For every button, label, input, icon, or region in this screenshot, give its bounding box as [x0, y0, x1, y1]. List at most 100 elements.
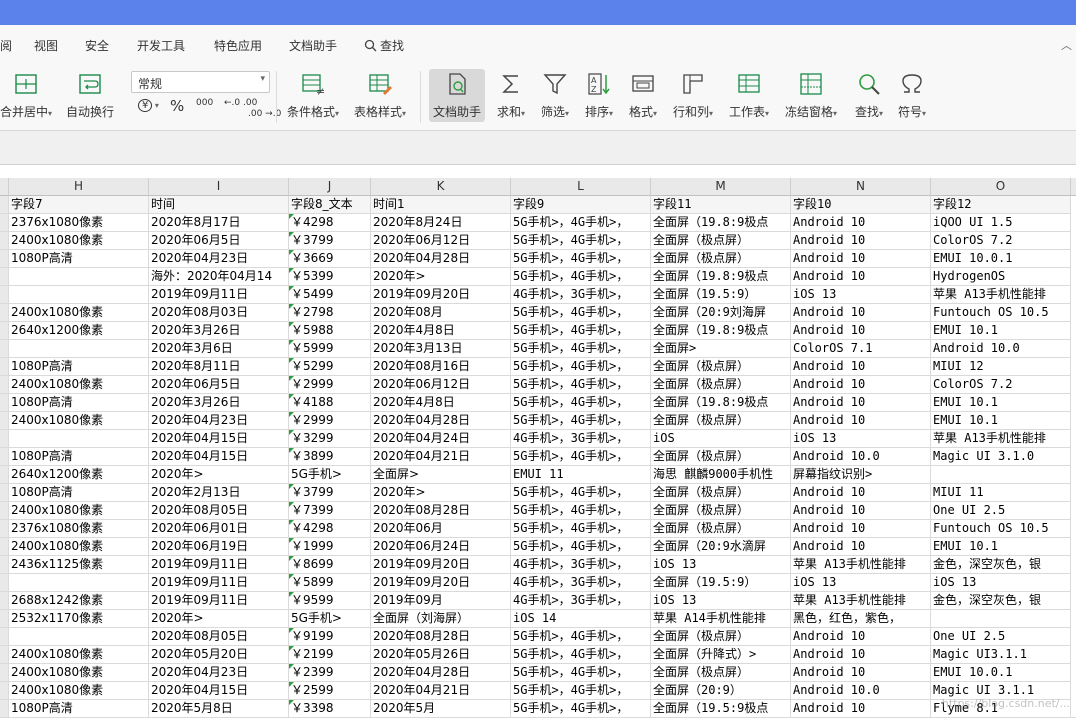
table-cell[interactable]: iOS 13	[931, 574, 1071, 592]
header-cell[interactable]: 字段7	[9, 196, 149, 214]
find-button[interactable]: 查找▾	[855, 71, 883, 120]
table-cell[interactable]: 2020年08月	[371, 304, 511, 322]
table-cell[interactable]: 2400x1080像素	[9, 304, 149, 322]
table-cell[interactable]: 2020年>	[371, 484, 511, 502]
table-cell[interactable]: ￥3299	[289, 430, 371, 448]
table-cell[interactable]: 金色，深空灰色，银	[931, 592, 1071, 610]
format-button[interactable]: 格式▾	[629, 71, 657, 120]
table-cell[interactable]: 5G手机>，4G手机>，	[511, 394, 651, 412]
menu-developer-tools[interactable]: 开发工具	[137, 37, 185, 54]
table-cell[interactable]: 2020年08月03日	[149, 304, 289, 322]
table-cell[interactable]: 2020年04月21日	[371, 682, 511, 700]
table-cell[interactable]: 2019年09月11日	[149, 574, 289, 592]
table-cell[interactable]: EMUI 10.1	[931, 412, 1071, 430]
table-cell[interactable]: 5G手机>，4G手机>，	[511, 520, 651, 538]
table-cell[interactable]: 4G手机>，3G手机>，	[511, 430, 651, 448]
table-cell[interactable]: 全面屏（极点屏）	[651, 502, 791, 520]
table-cell[interactable]: ￥9599	[289, 592, 371, 610]
table-cell[interactable]: ￥8699	[289, 556, 371, 574]
table-cell[interactable]: 5G手机>，4G手机>，	[511, 484, 651, 502]
table-cell[interactable]: Android 10	[791, 484, 931, 502]
table-cell[interactable]: 2640x1200像素	[9, 466, 149, 484]
table-cell[interactable]: 5G手机>	[289, 610, 371, 628]
table-cell[interactable]: 2020年06月5日	[149, 376, 289, 394]
table-cell[interactable]: ￥5899	[289, 574, 371, 592]
table-cell[interactable]: 5G手机>，4G手机>，	[511, 448, 651, 466]
table-cell[interactable]: 5G手机>，4G手机>，	[511, 268, 651, 286]
currency-format-button[interactable]: ¥ ▾	[138, 97, 159, 112]
row-header[interactable]	[0, 646, 9, 664]
row-header[interactable]	[0, 286, 9, 304]
table-cell[interactable]: ￥3398	[289, 700, 371, 718]
table-cell[interactable]: iOS 13	[651, 556, 791, 574]
table-cell[interactable]: 2400x1080像素	[9, 376, 149, 394]
row-header[interactable]	[0, 268, 9, 286]
row-header[interactable]	[0, 556, 9, 574]
table-style-button[interactable]: 表格样式▾	[354, 71, 406, 120]
table-cell[interactable]: 苹果 A13手机性能排	[791, 556, 931, 574]
table-cell[interactable]: 2020年5月8日	[149, 700, 289, 718]
table-cell[interactable]: ￥2199	[289, 646, 371, 664]
table-cell[interactable]: 全面屏（极点屏）	[651, 448, 791, 466]
table-cell[interactable]: 5G手机>，4G手机>，	[511, 214, 651, 232]
row-header[interactable]	[0, 520, 9, 538]
table-cell[interactable]: 2020年04月15日	[149, 448, 289, 466]
table-cell[interactable]: 5G手机>，4G手机>，	[511, 502, 651, 520]
percent-format-button[interactable]: %	[170, 97, 184, 115]
table-cell[interactable]: 全面屏（20:9水滴屏	[651, 538, 791, 556]
doc-assistant-button[interactable]: 文档助手	[429, 69, 486, 122]
table-cell[interactable]: 2020年04月23日	[149, 250, 289, 268]
table-cell[interactable]: 2020年>	[149, 466, 289, 484]
header-cell[interactable]: 时间1	[371, 196, 511, 214]
table-cell[interactable]: 2020年3月13日	[371, 340, 511, 358]
row-header[interactable]	[0, 592, 9, 610]
row-header[interactable]	[0, 322, 9, 340]
table-cell[interactable]: 苹果 A14手机性能排	[651, 610, 791, 628]
table-cell[interactable]: 5G手机>，4G手机>，	[511, 700, 651, 718]
column-header-p[interactable]	[1071, 178, 1076, 196]
table-cell[interactable]	[9, 268, 149, 286]
table-cell[interactable]: Android 10	[791, 538, 931, 556]
column-header-m[interactable]: M	[651, 178, 791, 196]
menu-review[interactable]: 阅	[0, 37, 12, 54]
row-header[interactable]	[0, 376, 9, 394]
table-cell[interactable]: 2020年08月05日	[149, 628, 289, 646]
table-cell[interactable]: EMUI 10.0.1	[931, 250, 1071, 268]
table-cell[interactable]: 5G手机>，4G手机>，	[511, 412, 651, 430]
table-cell[interactable]: iOS 13	[791, 430, 931, 448]
table-cell[interactable]: Android 10	[791, 376, 931, 394]
table-cell[interactable]: EMUI 11	[511, 466, 651, 484]
table-cell[interactable]: ColorOS 7.2	[931, 376, 1071, 394]
row-header[interactable]	[0, 448, 9, 466]
table-cell[interactable]: ￥5988	[289, 322, 371, 340]
table-cell[interactable]: 2400x1080像素	[9, 538, 149, 556]
table-cell[interactable]: iOS 13	[791, 574, 931, 592]
column-header-j[interactable]: J	[289, 178, 371, 196]
number-format-select[interactable]: 常规 ▾	[131, 71, 270, 93]
column-header-h[interactable]: H	[9, 178, 149, 196]
table-cell[interactable]: 5G手机>，4G手机>，	[511, 664, 651, 682]
table-cell[interactable]: Android 10	[791, 232, 931, 250]
table-cell[interactable]: ￥5999	[289, 340, 371, 358]
table-cell[interactable]: Android 10.0	[791, 448, 931, 466]
table-cell[interactable]: 全面屏（极点屏）	[651, 520, 791, 538]
column-header-k[interactable]: K	[371, 178, 511, 196]
menu-doc-assistant[interactable]: 文档助手	[289, 37, 337, 54]
table-cell[interactable]	[931, 466, 1071, 484]
table-cell[interactable]: 全面屏（19.8:9极点	[651, 394, 791, 412]
table-cell[interactable]: 全面屏（19.5:9极点	[651, 700, 791, 718]
table-cell[interactable]: 2019年09月11日	[149, 592, 289, 610]
table-cell[interactable]: ￥3799	[289, 232, 371, 250]
header-cell[interactable]: 字段8_文本	[289, 196, 371, 214]
table-cell[interactable]: 2020年04月24日	[371, 430, 511, 448]
table-cell[interactable]: 2020年04月28日	[371, 664, 511, 682]
table-cell[interactable]: 2020年04月15日	[149, 430, 289, 448]
table-cell[interactable]: 2400x1080像素	[9, 502, 149, 520]
table-cell[interactable]: 1080P高清	[9, 394, 149, 412]
table-cell[interactable]: 金色，深空灰色，银	[931, 556, 1071, 574]
table-cell[interactable]: ￥4188	[289, 394, 371, 412]
row-header[interactable]	[0, 412, 9, 430]
table-cell[interactable]: 1080P高清	[9, 700, 149, 718]
column-header-i[interactable]: I	[149, 178, 289, 196]
row-header[interactable]	[0, 700, 9, 718]
